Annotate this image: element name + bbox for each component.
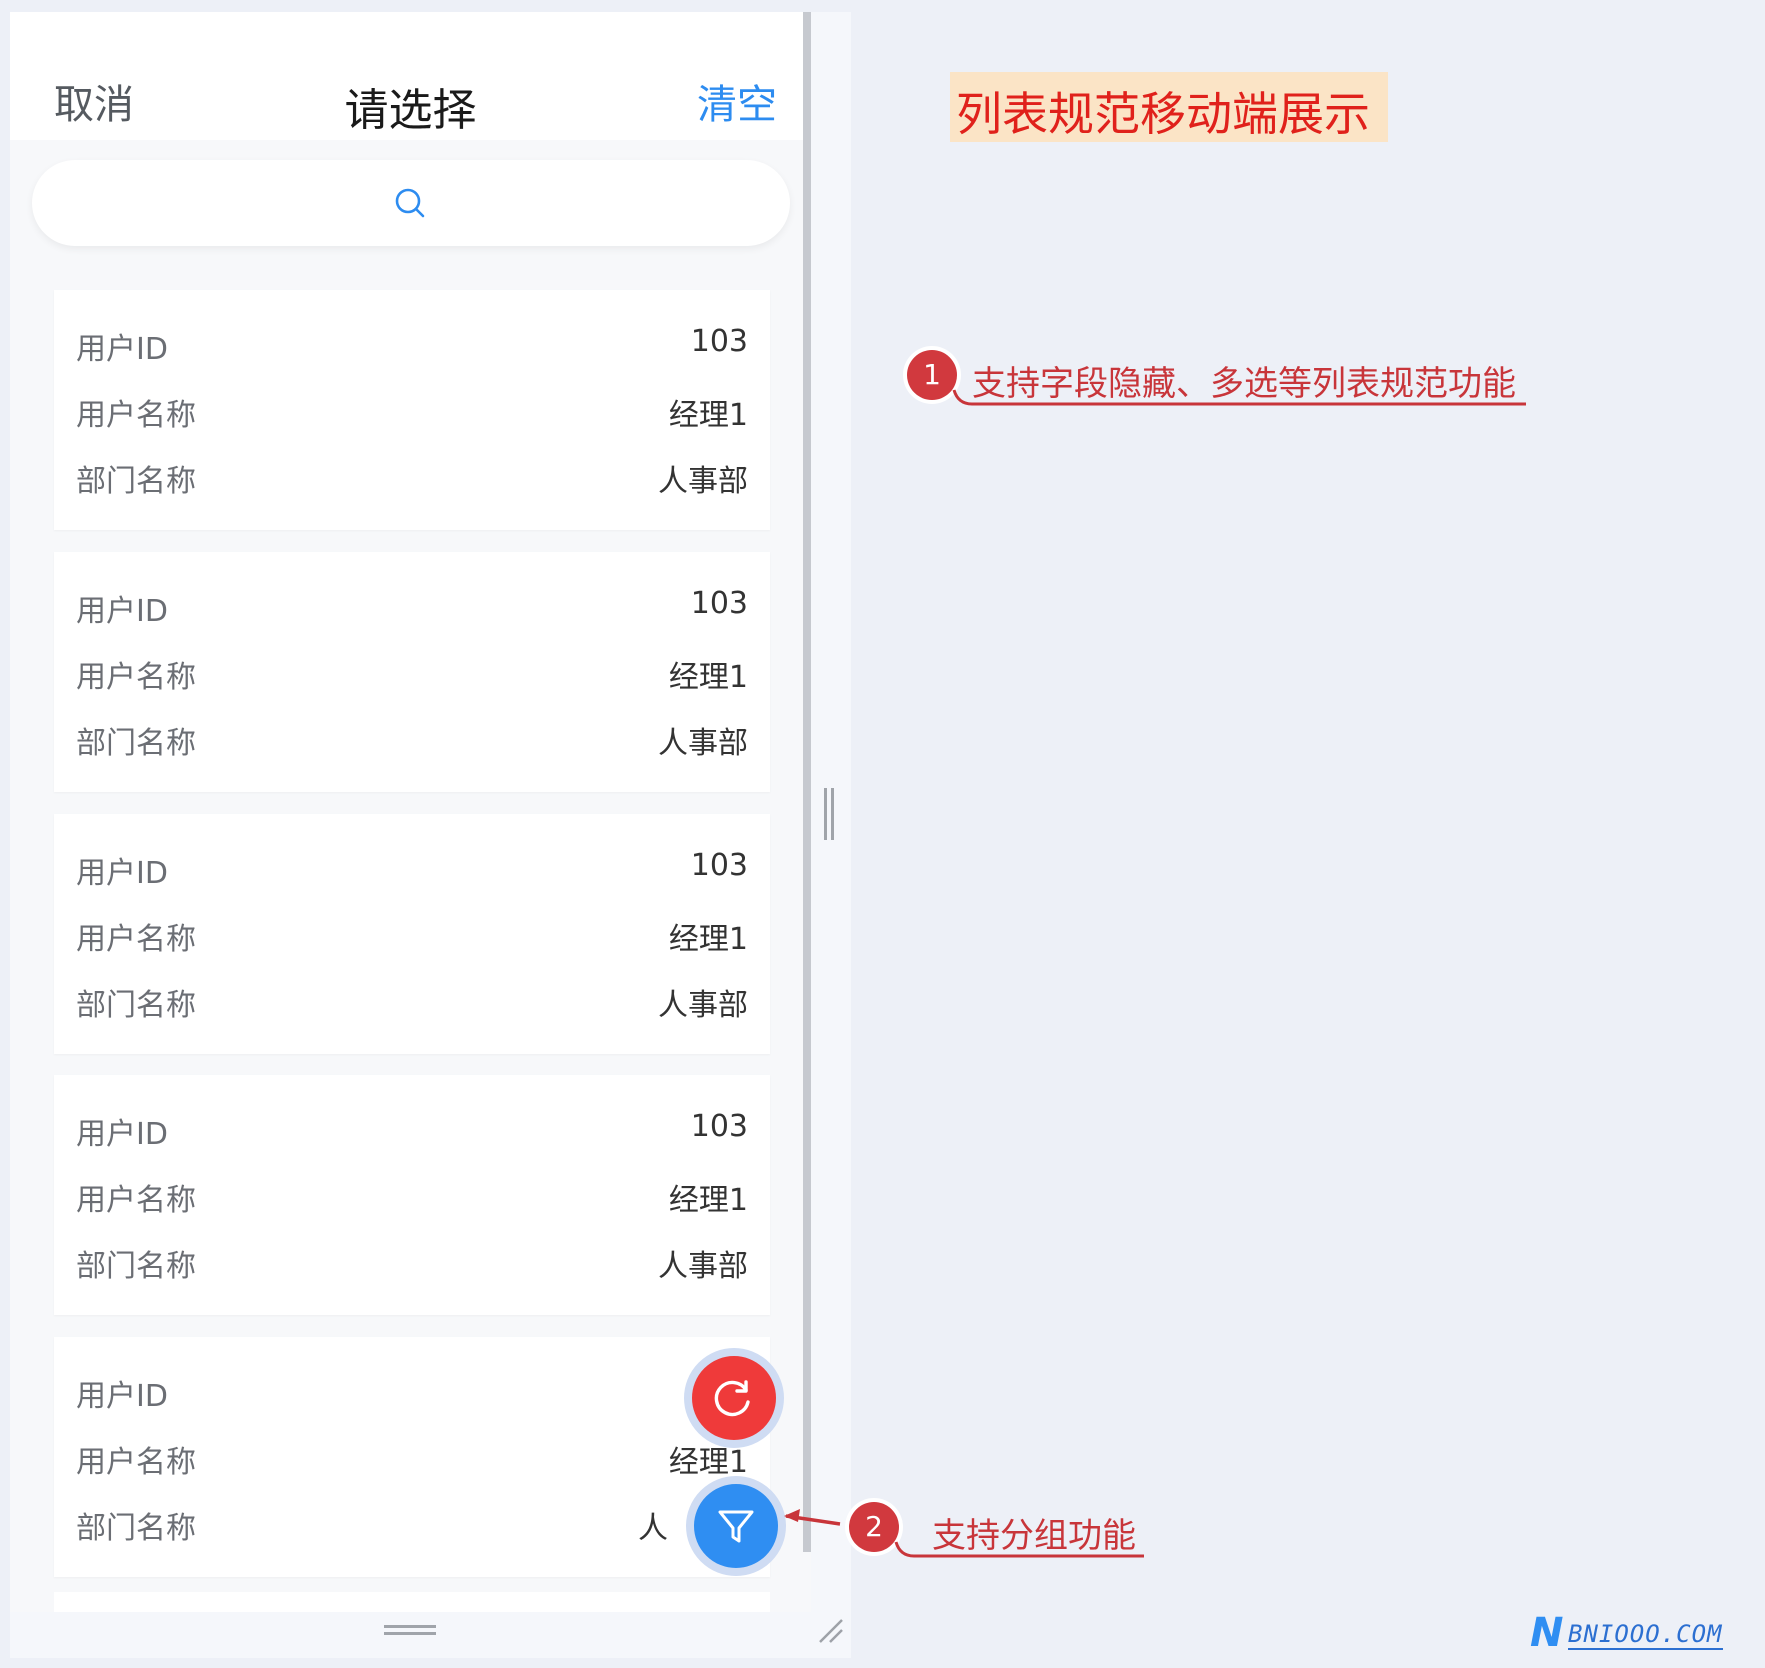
field-value: 103 [690,586,748,621]
field-label: 用户名称 [76,660,196,695]
list-item[interactable]: 用户ID 103 用户名称 经理1 部门名称 人事部 [54,290,770,530]
field-value: 经理1 [668,922,748,957]
bottom-resize-handle[interactable] [384,1625,436,1635]
stage: 取消 请选择 清空 用户ID 103 用户名称 经理1 部门名称 人事部 用户ID 10… [0,0,1765,1668]
field-row: 用户名称 经理1 [76,652,748,695]
field-row: 用户ID 103 [76,848,748,891]
field-value: 人事部 [658,726,748,761]
field-label: 用户名称 [76,1445,196,1480]
nav-bar: 取消 请选择 清空 [10,12,811,140]
field-row: 部门名称 人事部 [76,718,748,761]
field-row: 用户ID 103 [76,586,748,629]
resize-grip-icon[interactable] [816,1616,844,1644]
watermark-logo: N BNIOOO.COM [1530,1610,1750,1656]
field-label: 用户名称 [76,398,196,433]
filter-group-button[interactable] [686,1476,786,1576]
field-value: 经理1 [668,398,748,433]
clear-button[interactable]: 清空 [697,72,777,130]
refresh-button[interactable] [684,1348,784,1448]
annotation-arrow [784,1509,841,1526]
page-title: 请选择 [344,85,477,136]
field-value: 103 [690,324,748,359]
field-row: 部门名称 人事部 [76,980,748,1023]
field-label: 用户ID [76,1379,168,1414]
annotation-underline [894,1541,1144,1558]
field-row: 部门名称 人 [76,1503,748,1546]
field-row: 用户ID 103 [76,1109,748,1152]
field-value: 人事部 [658,988,748,1023]
field-label: 部门名称 [76,988,196,1023]
field-value: 人事部 [658,1249,748,1284]
refresh-icon [714,1380,750,1417]
watermark-letter: N [1530,1610,1564,1656]
field-row: 用户名称 经理1 [76,1437,748,1480]
list-item[interactable]: 用户ID 103 用户名称 经理1 部门名称 人事部 [54,1075,770,1315]
list-item[interactable] [54,1592,770,1612]
field-row: 用户ID [76,1371,748,1414]
field-label: 部门名称 [76,464,196,499]
field-row: 用户ID 103 [76,324,748,367]
annotation-underline [952,389,1526,406]
field-row: 部门名称 人事部 [76,1241,748,1284]
field-label: 用户ID [76,1117,168,1152]
field-label: 用户ID [76,332,168,367]
scrollbar[interactable] [803,12,811,1552]
field-label: 用户名称 [76,1183,196,1218]
field-label: 用户ID [76,594,168,629]
field-value: 103 [690,848,748,883]
showcase-title: 列表规范移动端展示 [950,72,1388,142]
list-item[interactable]: 用户ID 103 用户名称 经理1 部门名称 人事部 [54,552,770,792]
field-label: 用户名称 [76,922,196,957]
side-resize-handle[interactable] [824,788,834,840]
field-label: 部门名称 [76,1249,196,1284]
field-row: 用户名称 经理1 [76,1175,748,1218]
field-value: 经理1 [668,1183,748,1218]
phone-screen: 取消 请选择 清空 用户ID 103 用户名称 经理1 部门名称 人事部 用户ID 10… [10,12,811,1612]
field-row: 用户名称 经理1 [76,914,748,957]
field-row: 用户名称 经理1 [76,390,748,433]
field-label: 部门名称 [76,726,196,761]
field-row: 部门名称 人事部 [76,456,748,499]
field-value: 经理1 [668,660,748,695]
filter-icon [718,1510,754,1543]
field-value: 103 [690,1109,748,1144]
field-value: 人 [638,1511,668,1546]
field-label: 用户ID [76,856,168,891]
search-input[interactable] [32,160,790,246]
watermark-text: BNIOOO.COM [1568,1620,1723,1650]
search-icon [395,188,425,218]
field-value: 人事部 [658,464,748,499]
list-item[interactable]: 用户ID 用户名称 经理1 部门名称 人 [54,1337,770,1577]
field-label: 部门名称 [76,1511,196,1546]
list-item[interactable]: 用户ID 103 用户名称 经理1 部门名称 人事部 [54,814,770,1054]
